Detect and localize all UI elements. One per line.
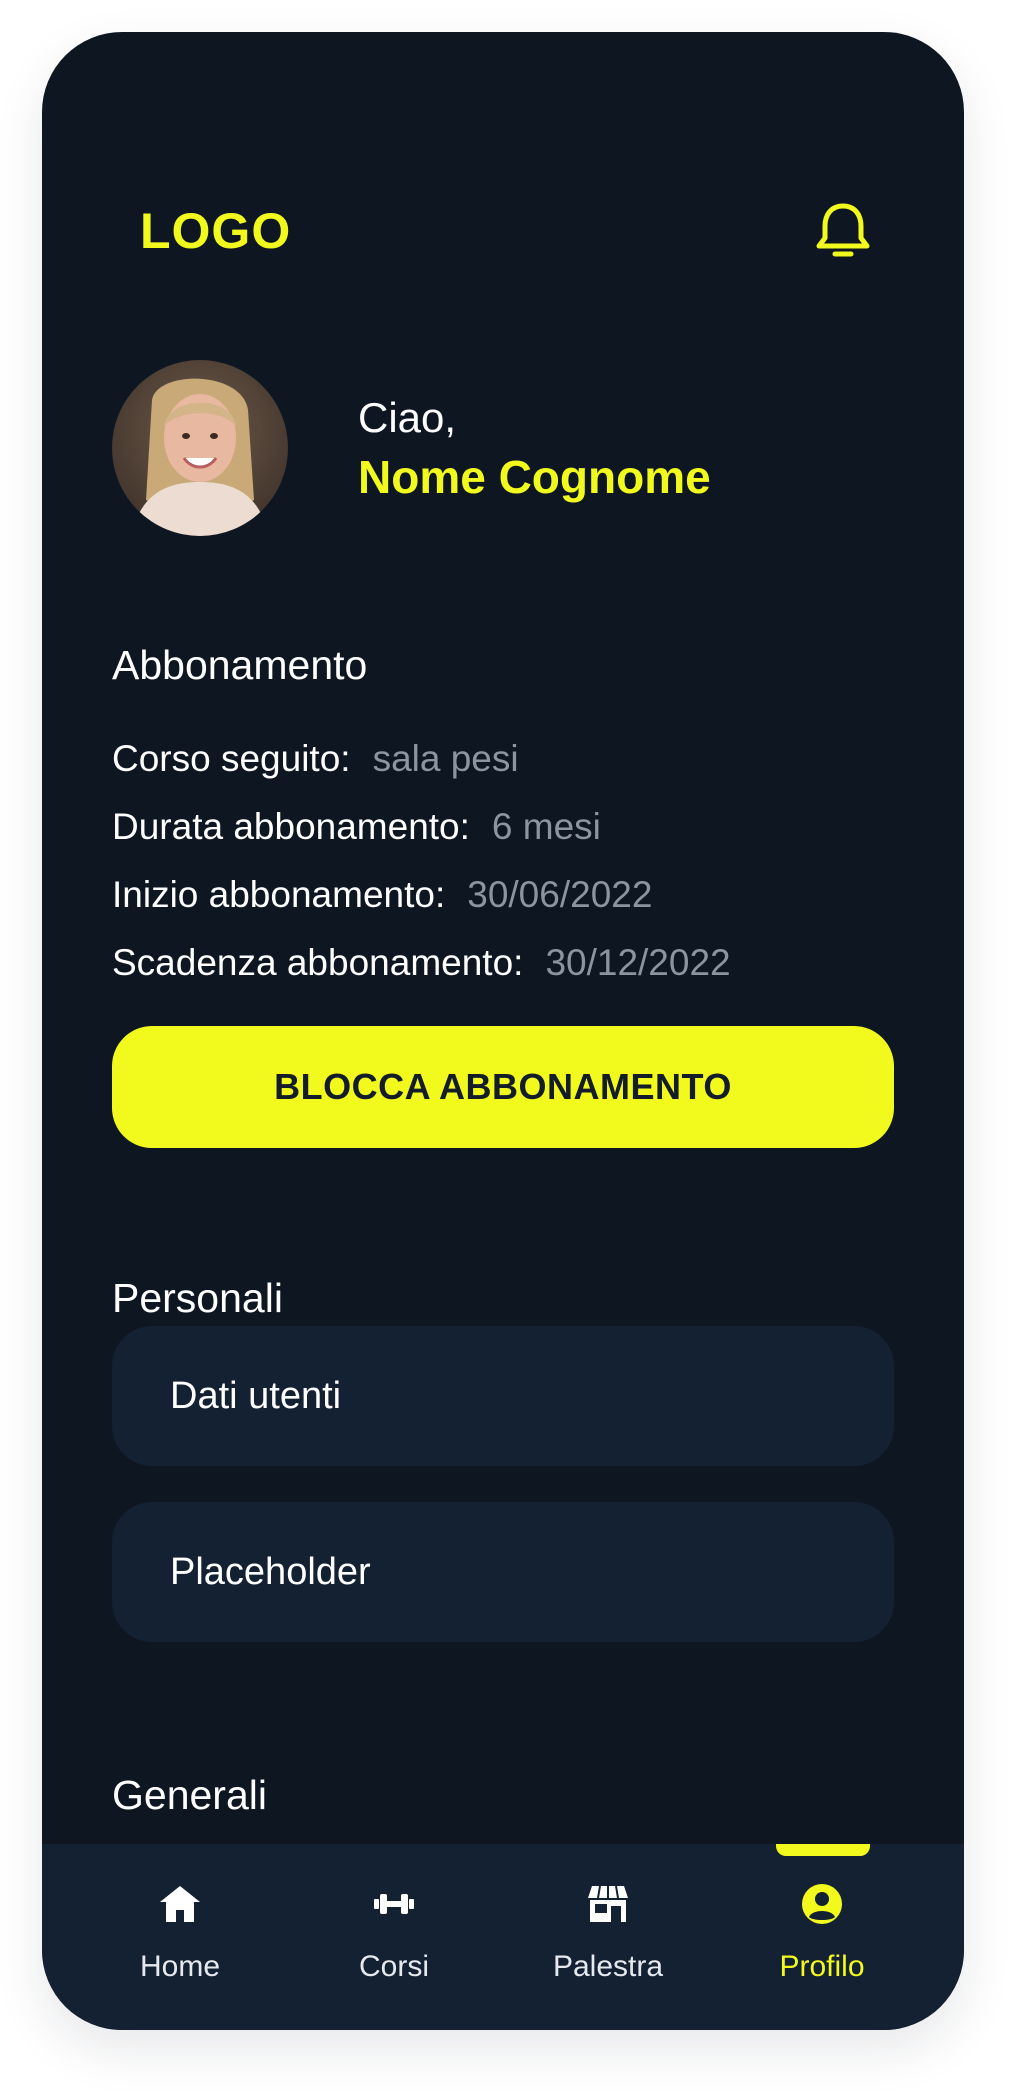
user-name: Nome Cognome (358, 451, 711, 503)
section-title-personal: Personali (112, 1275, 283, 1321)
tab-label: Corsi (358, 1950, 429, 1983)
logo: LOGO (140, 203, 292, 259)
store-icon (588, 1885, 628, 1922)
menu-item-placeholder[interactable]: Placeholder (112, 1502, 894, 1642)
info-row-start: Inizio abbonamento: 30/06/2022 (112, 874, 652, 916)
avatar[interactable] (112, 360, 288, 536)
tab-profile[interactable]: Profilo (722, 1844, 922, 2030)
bell-icon[interactable] (814, 200, 872, 262)
info-value: 30/06/2022 (467, 874, 653, 915)
tab-label: Home (139, 1950, 221, 1983)
info-label: Inizio abbonamento: (112, 874, 446, 915)
info-row-duration: Durata abbonamento: 6 mesi (112, 806, 601, 848)
section-title-general: Generali (112, 1772, 267, 1818)
user-circle-icon (802, 1884, 842, 1924)
info-label: Scadenza abbonamento: (112, 942, 524, 983)
info-label: Corso seguito: (112, 738, 351, 779)
menu-item-label: Placeholder (170, 1550, 371, 1593)
active-tab-indicator (776, 1844, 870, 1856)
home-icon (160, 1886, 200, 1922)
tab-courses[interactable]: Corsi (294, 1844, 494, 2030)
dumbbell-icon (374, 1894, 414, 1914)
info-row-course: Corso seguito: sala pesi (112, 738, 519, 780)
info-value: 6 mesi (491, 806, 601, 847)
greeting-text: Ciao, (358, 394, 457, 441)
tab-label: Profilo (779, 1950, 865, 1983)
info-value: 30/12/2022 (545, 942, 731, 983)
phone-screen: LOGO Ciao, Nome Cognome Abbonamento Cors (42, 32, 964, 2030)
info-value: sala pesi (372, 738, 519, 779)
tab-home[interactable]: Home (80, 1844, 280, 2030)
info-label: Durata abbonamento: (112, 806, 470, 847)
bottom-tab-bar: Home Corsi Palestra Profilo (42, 1844, 964, 2030)
tab-gym[interactable]: Palestra (508, 1844, 708, 2030)
tab-label: Palestra (552, 1950, 664, 1983)
info-row-expiry: Scadenza abbonamento: 30/12/2022 (112, 942, 731, 984)
block-subscription-button[interactable]: BLOCCA ABBONAMENTO (112, 1026, 894, 1148)
menu-item-label: Dati utenti (170, 1374, 342, 1417)
section-title-subscription: Abbonamento (112, 642, 368, 688)
menu-item-user-data[interactable]: Dati utenti (112, 1326, 894, 1466)
